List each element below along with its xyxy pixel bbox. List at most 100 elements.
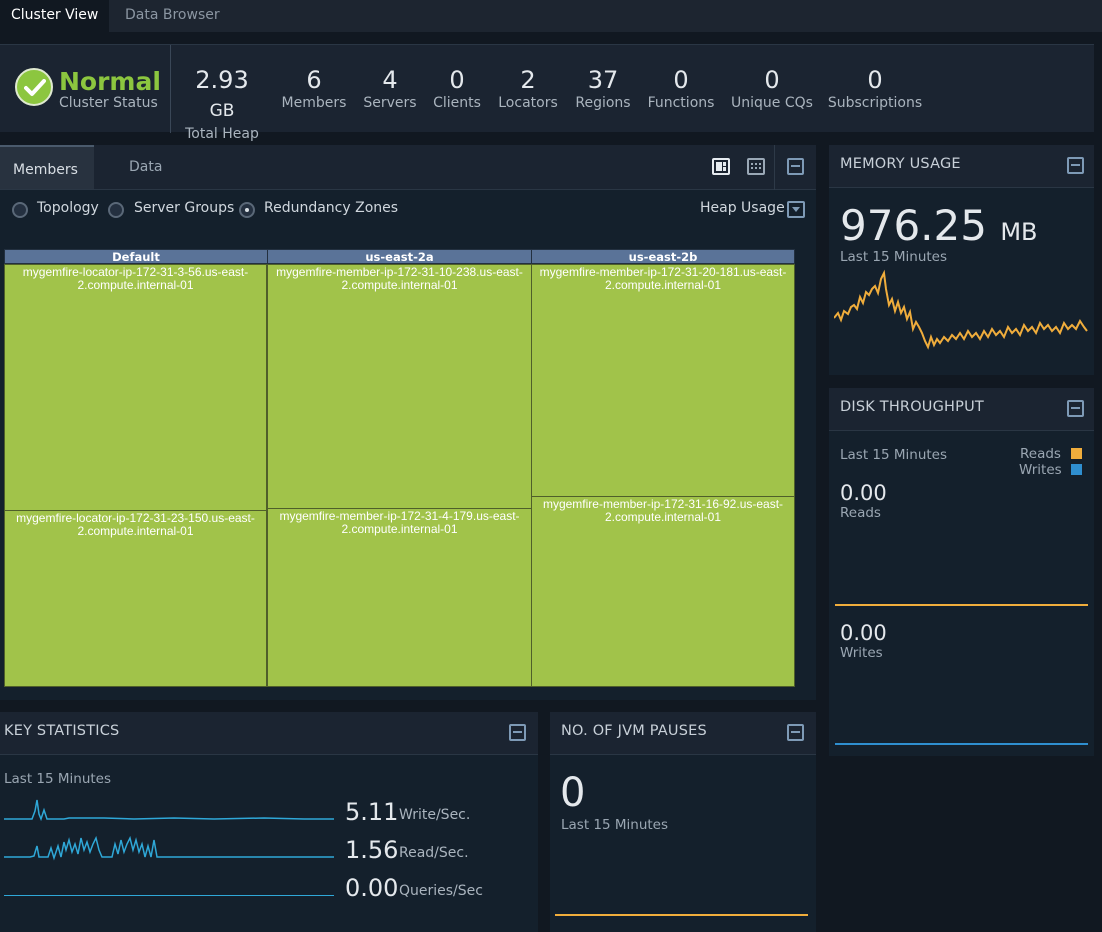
stat-label: Total Heap [185,126,259,142]
member-tile[interactable]: mygemfire-member-ip-172-31-10-238.us-eas… [267,264,532,509]
read-rate-unit: Read/Sec. [399,845,469,861]
treemap-view-icon[interactable] [712,158,730,175]
read-rate-value: 1.56 [345,836,399,864]
stat-label: Functions [647,95,715,111]
stat-label: Unique CQs [731,95,813,111]
query-rate-value: 0.00 [345,874,399,902]
query-rate-unit: Queries/Sec [399,883,483,899]
radio-topology[interactable] [12,202,28,218]
stat-unique-cqs: 0 Unique CQs [728,66,816,111]
memory-usage-panel: MEMORY USAGE 976.25 MB Last 15 Minutes [829,145,1094,375]
legend-writes-label: Writes [1019,462,1062,478]
stat-value: 37 [587,66,619,94]
minimize-icon[interactable] [787,724,804,741]
jvm-pauses-panel: NO. OF JVM PAUSES 0 Last 15 Minutes [550,712,816,932]
stat-unit: GB [209,101,235,121]
memory-number: 976.25 [840,201,987,250]
stat-regions: 37 Regions [572,66,634,111]
radio-server-groups[interactable] [108,202,124,218]
stat-label: Clients [433,95,481,111]
check-icon [15,68,53,106]
minimize-icon[interactable] [1067,400,1084,417]
key-statistics-period: Last 15 Minutes [4,771,112,787]
disk-throughput-title: DISK THROUGHPUT [840,399,984,415]
writes-value: 0.00 [840,621,887,645]
radio-redundancy-zones-label: Redundancy Zones [264,200,399,216]
writes-sparkline [835,743,1088,745]
radio-topology-label: Topology [37,200,99,216]
writes-label: Writes [840,645,883,661]
stat-value: 0 [764,66,780,94]
member-tile[interactable]: mygemfire-member-ip-172-31-20-181.us-eas… [531,264,795,497]
stat-label: Members [281,95,347,111]
query-sparkline [4,895,334,896]
stat-value: 6 [306,66,322,94]
memory-usage-title: MEMORY USAGE [840,156,961,172]
member-tile[interactable]: mygemfire-locator-ip-172-31-23-150.us-ea… [4,510,267,687]
top-tab-bar: Cluster View Data Browser [0,0,1102,32]
memory-usage-header: MEMORY USAGE [829,145,1094,188]
member-tile[interactable]: mygemfire-member-ip-172-31-4-179.us-east… [267,508,532,687]
key-statistics-title: KEY STATISTICS [4,723,120,739]
stat-value: 0 [673,66,689,94]
tab-data[interactable]: Data [116,145,175,189]
tab-data-browser[interactable]: Data Browser [114,0,231,32]
memory-unit: MB [1000,218,1038,246]
minimize-icon[interactable] [1067,157,1084,174]
divider [170,45,171,133]
grid-view-icon[interactable] [747,158,765,175]
chevron-down-icon[interactable] [787,201,805,218]
legend-reads-label: Reads [1020,446,1061,462]
stat-functions: 0 Functions [644,66,718,111]
stat-subscriptions: 0 Subscriptions [826,66,924,111]
reads-value: 0.00 [840,481,887,505]
memory-period: Last 15 Minutes [840,249,948,265]
key-statistics-header: KEY STATISTICS [0,712,538,755]
disk-throughput-header: DISK THROUGHPUT [829,388,1094,431]
metric-selector-label: Heap Usage [700,200,785,216]
cluster-status-value: Normal [59,67,161,96]
stat-label: Locators [498,95,558,111]
cluster-status-bar: Normal Cluster Status 2.93 GB Total Heap… [0,44,1094,142]
jvm-pauses-period: Last 15 Minutes [561,817,669,833]
jvm-pauses-title: NO. OF JVM PAUSES [561,723,707,739]
zone-header: Default [4,249,268,264]
memory-value: 976.25 MB [840,201,1038,250]
disk-throughput-panel: DISK THROUGHPUT Last 15 Minutes Reads Wr… [829,388,1094,756]
minimize-icon[interactable] [509,724,526,741]
stat-members: 6 Members [279,66,349,111]
stat-clients: 0 Clients [430,66,484,111]
zone-header: us-east-2a [267,249,532,264]
key-statistics-panel: KEY STATISTICS Last 15 Minutes 5.11 Writ… [0,712,538,932]
member-tile[interactable]: mygemfire-member-ip-172-31-16-92.us-east… [531,496,795,687]
stat-total-heap: 2.93 GB Total Heap [181,66,263,142]
radio-server-groups-label: Server Groups [134,200,235,216]
cluster-status-label: Cluster Status [59,95,158,111]
stat-locators: 2 Locators [496,66,560,111]
read-sparkline [4,835,334,861]
divider [774,145,775,190]
members-panel-header: Members Data [0,145,816,190]
jvm-pauses-value: 0 [560,770,586,816]
write-rate-value: 5.11 [345,798,399,826]
reads-label: Reads [840,505,881,521]
stat-servers: 4 Servers [358,66,422,111]
member-tile[interactable]: mygemfire-locator-ip-172-31-3-56.us-east… [4,264,267,511]
stat-value: 0 [867,66,883,94]
write-sparkline [4,799,334,822]
stat-label: Subscriptions [827,95,923,111]
jvm-pauses-header: NO. OF JVM PAUSES [550,712,816,755]
stat-value: 2.93 [195,66,249,94]
legend-writes-swatch [1071,464,1082,475]
minimize-icon[interactable] [787,158,804,175]
stat-label: Regions [575,95,631,111]
stat-label: Servers [363,95,417,111]
jvm-pauses-sparkline [555,914,808,916]
radio-redundancy-zones[interactable] [239,202,255,218]
stat-value: 0 [449,66,465,94]
zone-header: us-east-2b [531,249,795,264]
tab-members[interactable]: Members [0,145,94,189]
stat-value: 2 [520,66,536,94]
tab-cluster-view[interactable]: Cluster View [0,0,110,32]
disk-period: Last 15 Minutes [840,447,948,463]
